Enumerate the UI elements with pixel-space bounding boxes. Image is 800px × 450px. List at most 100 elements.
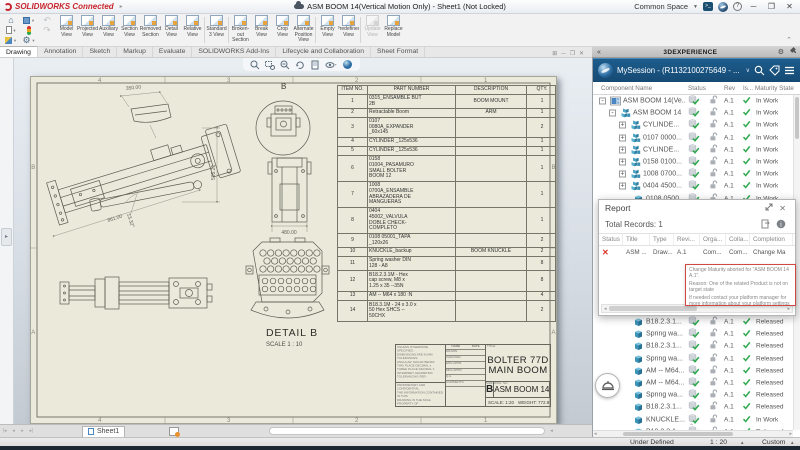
report-expand-icon[interactable] (762, 203, 776, 213)
tree-row-b18-2-3-1[interactable]: B18.2.3.1...A.1Released (593, 401, 793, 413)
tree-row-spring-wa[interactable]: Spring wa...A.1Released (593, 389, 793, 401)
view-settings-icon[interactable] (342, 59, 353, 70)
ribbon-button-predefined-view[interactable]: Predefined View (338, 14, 359, 46)
tree-row-spring-wa[interactable]: Spring wa...A.1Released (593, 353, 793, 365)
doc-minimize-icon[interactable]: ─ (561, 51, 565, 57)
tab-annotation[interactable]: Annotation (38, 46, 84, 57)
gear-icon[interactable]: ⚙ (775, 48, 787, 56)
ribbon-button-standard-3-view[interactable]: Standard 3 View (206, 14, 227, 46)
ribbon-button-section-view[interactable]: Section View (119, 14, 140, 46)
ribbon-button-detail-view[interactable]: Detail View (161, 14, 182, 46)
tree-row-asm-boom-14[interactable]: -ASM BOOM 14A.1In Work (593, 107, 793, 119)
zoom-in-out-icon[interactable] (280, 60, 290, 70)
3dexperience-compass-icon[interactable] (598, 63, 613, 78)
pin-icon[interactable] (787, 47, 800, 57)
ribbon-button-broken-out-section[interactable]: Broken-out Section (230, 14, 251, 46)
first-sheet-icon[interactable]: |◂ (0, 428, 9, 434)
zoom-to-area-icon[interactable] (265, 60, 275, 70)
close-button[interactable]: ✕ (783, 1, 796, 13)
compass-icon[interactable] (718, 2, 728, 12)
expander-icon[interactable]: - (599, 98, 606, 105)
panel-collapse-icon[interactable]: « (592, 49, 606, 56)
last-sheet-icon[interactable]: ▸| (27, 428, 36, 434)
ribbon-collapse-icon[interactable]: ⌃ (786, 36, 792, 44)
tag-icon[interactable] (769, 65, 780, 76)
tab-markup[interactable]: Markup (117, 46, 153, 57)
hide-show-items-icon[interactable] (325, 60, 337, 70)
sheet-tab[interactable]: Sheet1 (82, 426, 125, 437)
expander-icon[interactable]: + (619, 134, 626, 141)
tree-row-b18-2-3-1[interactable]: B18.2.3.1...A.1Released (593, 316, 793, 328)
tree-hscrollbar[interactable]: ◂ ▸ (593, 430, 793, 437)
graphics-hscrollbar[interactable] (269, 427, 545, 435)
ribbon-button-update-view[interactable]: Update View (362, 14, 383, 46)
tree-row-0158-0100[interactable]: +0158 0100...A.1In Work (593, 156, 793, 168)
ribbon-button-empty-view[interactable]: Empty View (317, 14, 338, 46)
info-icon[interactable]: i (773, 219, 789, 231)
report-row[interactable]: ✕ASM ...Draw...A.1Com...Com...Change Ma (599, 246, 795, 259)
rotate-view-icon[interactable] (295, 60, 305, 70)
zoom-fit-icon[interactable] (250, 60, 260, 70)
tree-row-asm-boom-14-ve[interactable]: -ASM BOOM 14(Ve...A.1In Work (593, 95, 793, 107)
tree-row-spring-wa[interactable]: Spring wa...A.1Released (593, 328, 793, 340)
doc-cascade-icon[interactable]: ⊞ (552, 50, 557, 57)
sheet-properties-icon[interactable] (310, 60, 320, 70)
menu-icon[interactable] (784, 66, 795, 75)
feature-manager-expand-button[interactable]: ▸ (1, 228, 12, 246)
ribbon-button-break-view[interactable]: Break View (251, 14, 272, 46)
expander-icon[interactable]: + (619, 159, 626, 166)
ribbon-button-model-view[interactable]: Model View (56, 14, 77, 46)
scroll-right-icon[interactable]: ▸ (785, 306, 792, 312)
session-dropdown-icon[interactable]: ∨ (746, 67, 750, 74)
help-icon[interactable]: ? (733, 2, 742, 11)
new-document-button[interactable]: ▼ (6, 26, 17, 35)
add-sheet-button[interactable] (169, 427, 179, 436)
expander-icon[interactable]: + (619, 171, 626, 178)
search-icon[interactable] (754, 65, 765, 76)
tree-row-cylinde[interactable]: +CYLINDE...A.1In Work (593, 144, 793, 156)
expander-icon[interactable]: + (619, 122, 626, 129)
ribbon-button-crop-view[interactable]: Crop View (272, 14, 293, 46)
assistant-badge[interactable] (595, 373, 620, 398)
undo-button[interactable]: ↶ (43, 16, 51, 25)
ribbon-button-projected-view[interactable]: Projected View (77, 14, 98, 46)
tab-sheet-format[interactable]: Sheet Format (371, 46, 425, 57)
save-button[interactable]: ▼ (23, 16, 35, 25)
doc-close-icon[interactable]: ✕ (579, 50, 584, 57)
redo-button[interactable]: ↷ (43, 26, 51, 35)
tree-row-0107-0000[interactable]: +0107 0000...A.1In Work (593, 132, 793, 144)
home-button[interactable]: ⌂ (8, 16, 13, 25)
expander-icon[interactable]: + (619, 183, 626, 190)
tab-sketch[interactable]: Sketch (83, 46, 117, 57)
prev-sheet-icon[interactable]: ◂ (9, 428, 18, 434)
tree-row-1008-0700[interactable]: +1008 0700...A.1In Work (593, 168, 793, 180)
tree-row-b18-2-3-1[interactable]: B18.2.3.1...A.1Released (593, 340, 793, 352)
terminal-icon[interactable]: >_ (703, 2, 713, 11)
appearance-button[interactable]: ▼ (5, 36, 17, 45)
ribbon-button-replace-model[interactable]: Replace Model (383, 14, 404, 46)
tab-solidworks-add-ins[interactable]: SOLIDWORKS Add-Ins (192, 46, 276, 57)
tree-row-cylinde[interactable]: +CYLINDE...A.1In Work (593, 119, 793, 131)
space-selector[interactable]: Common Space (634, 2, 688, 11)
session-label[interactable]: MySession - (R1132100275649 - ... (617, 66, 742, 75)
scroll-left-icon[interactable]: ◂ (602, 306, 609, 312)
ribbon-button-alternate-position-view[interactable]: Alternate Position View (293, 14, 314, 46)
tab-evaluate[interactable]: Evaluate (153, 46, 192, 57)
tree-row-am-m64[interactable]: AM -- M64...A.1Released (593, 365, 793, 377)
restore-button[interactable]: ❐ (765, 1, 778, 13)
expander-icon[interactable]: + (619, 146, 626, 153)
chevron-down-icon[interactable]: ▼ (693, 4, 698, 10)
tree-row-0404-4500[interactable]: +0404 4500...A.1In Work (593, 180, 793, 192)
export-icon[interactable] (758, 219, 773, 231)
report-close-icon[interactable]: ✕ (776, 204, 789, 213)
graphics-area[interactable]: 4 3 2 1 4 3 2 1 B A B A (14, 58, 592, 424)
tab-lifecycle-and-collaboration[interactable]: Lifecycle and Collaboration (276, 46, 371, 57)
ribbon-button-relative-view[interactable]: Relative View (182, 14, 203, 46)
tree-row-am-m64[interactable]: AM -- M64...A.1Released (593, 377, 793, 389)
tree-collapse-icon[interactable]: ⌃ (689, 423, 694, 430)
expander-icon[interactable]: - (609, 110, 616, 117)
options-button[interactable]: ⚙▼ (22, 36, 35, 45)
scroll-left-icon[interactable]: ◂ (550, 428, 553, 434)
ribbon-button-removed-section[interactable]: Removed Section (140, 14, 161, 46)
tab-drawing[interactable]: Drawing (0, 46, 38, 57)
